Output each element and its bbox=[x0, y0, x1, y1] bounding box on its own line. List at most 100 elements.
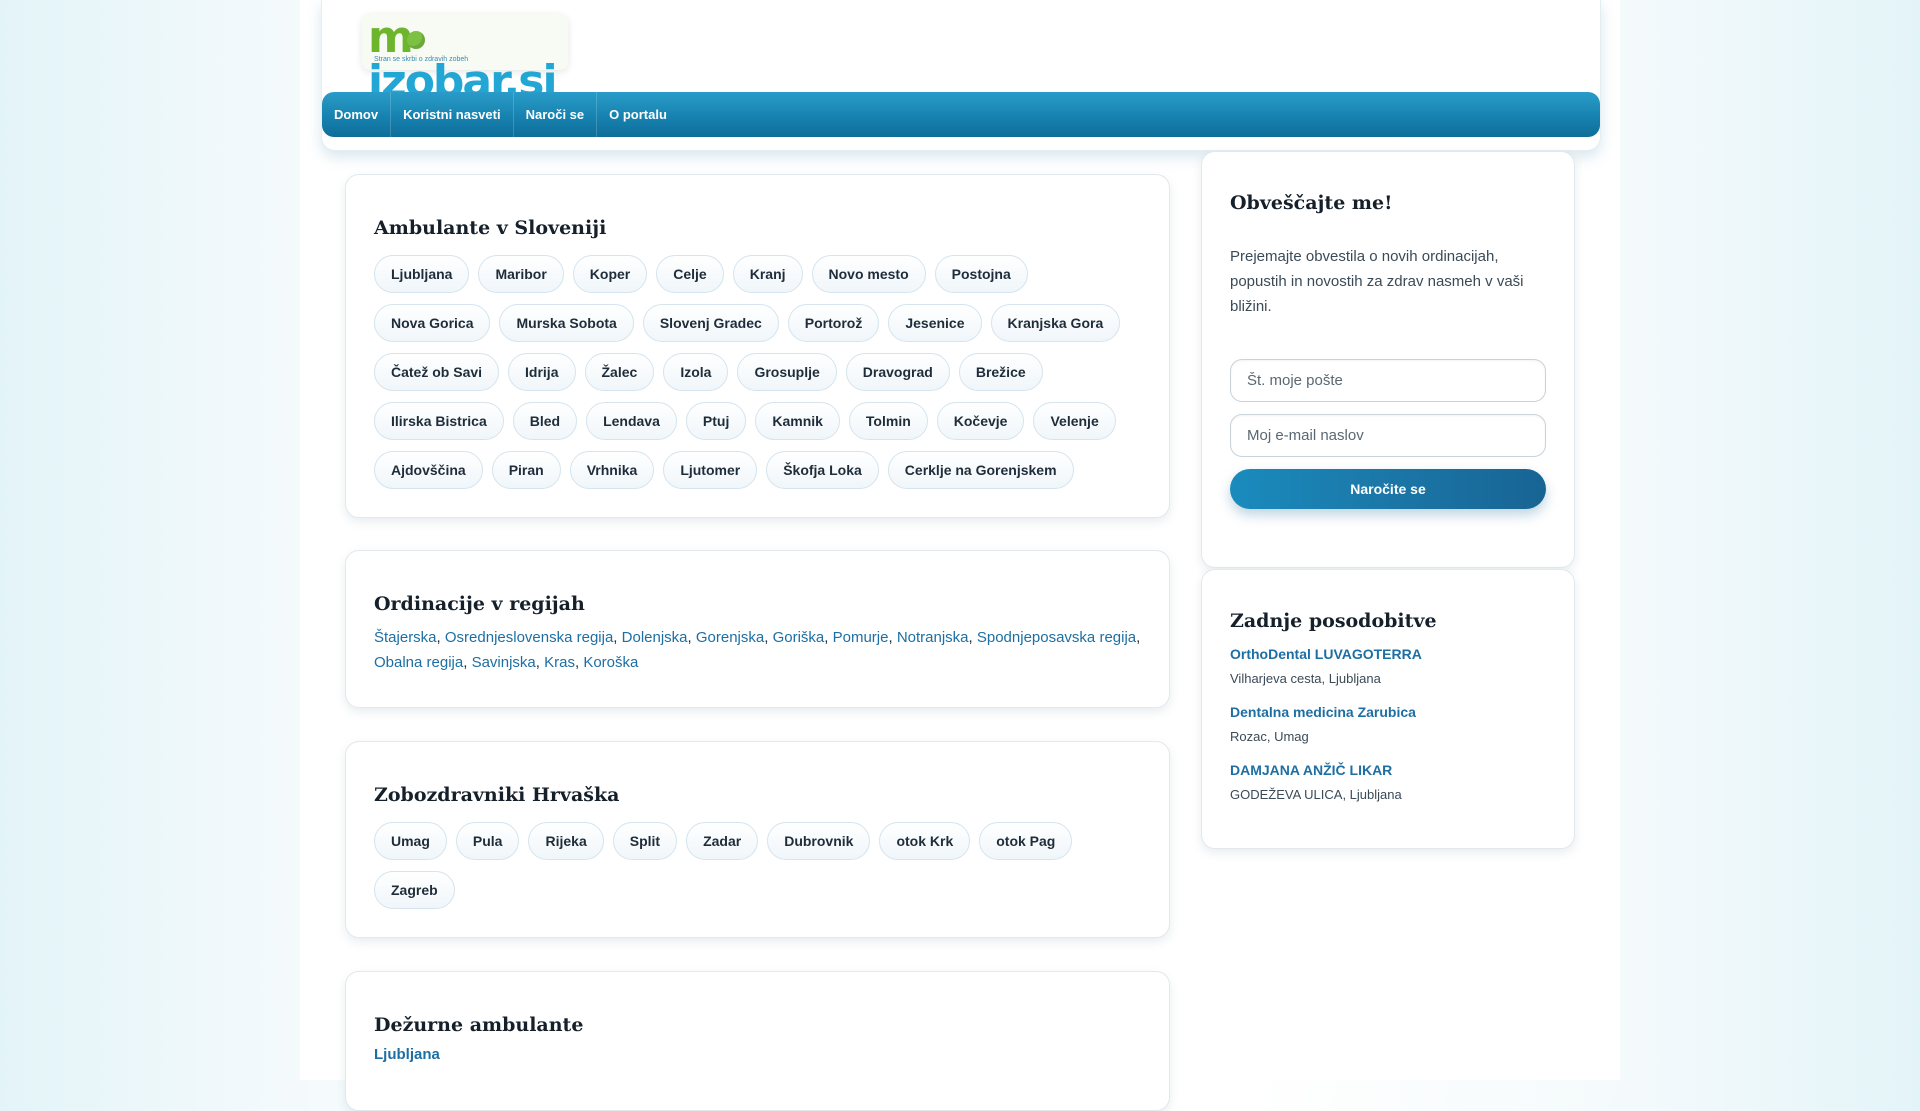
city-pill-umag[interactable]: Umag bbox=[374, 822, 447, 860]
region-link-dolenjska[interactable]: Dolenjska bbox=[622, 629, 688, 646]
nav-item-o-portalu[interactable]: O portalu bbox=[597, 92, 679, 137]
city-pill-zagreb[interactable]: Zagreb bbox=[374, 871, 455, 909]
apple-icon bbox=[407, 31, 425, 49]
city-pill-maribor[interactable]: Maribor bbox=[478, 255, 564, 293]
region-separator: , bbox=[1136, 629, 1141, 646]
dezurne-link-ljubljana[interactable]: Ljubljana bbox=[374, 1046, 1141, 1063]
subscribe-button[interactable]: Naročite se bbox=[1230, 469, 1546, 509]
site-header: mjzobar.si Stran se skrbi o zdravih zobe… bbox=[321, 0, 1601, 151]
city-pill-vrhnika[interactable]: Vrhnika bbox=[569, 451, 655, 489]
card-dezurne: Dežurne ambulante Ljubljana bbox=[345, 971, 1170, 1111]
region-separator: , bbox=[535, 654, 545, 671]
site-logo[interactable]: mjzobar.si Stran se skrbi o zdravih zobe… bbox=[362, 14, 568, 104]
city-pill-ilirska-bistrica[interactable]: Ilirska Bistrica bbox=[374, 402, 504, 440]
city-pill-zadar[interactable]: Zadar bbox=[686, 822, 759, 860]
city-pill-zalec[interactable]: Žalec bbox=[584, 353, 655, 391]
section-title-hrvaska: Zobozdravniki Hrvaška bbox=[374, 784, 620, 806]
card-updates: Zadnje posodobitve OrthoDental LUVAGOTER… bbox=[1201, 569, 1575, 849]
city-pill-murska-sobota[interactable]: Murska Sobota bbox=[499, 304, 634, 342]
update-link[interactable]: DAMJANA ANŽIČ LIKAR bbox=[1230, 762, 1546, 778]
city-pill-ptuj[interactable]: Ptuj bbox=[685, 402, 747, 440]
card-regije: Ordinacije v regijah Štajerska, Osrednje… bbox=[345, 550, 1170, 708]
section-title-updates: Zadnje posodobitve bbox=[1230, 610, 1437, 632]
city-pill-jesenice[interactable]: Jesenice bbox=[888, 304, 982, 342]
city-pill-nova-gorica[interactable]: Nova Gorica bbox=[374, 304, 491, 342]
update-item: OrthoDental LUVAGOTERRA Vilharjeva cesta… bbox=[1230, 646, 1546, 686]
city-pill-slovenj-gradec[interactable]: Slovenj Gradec bbox=[642, 304, 779, 342]
region-separator: , bbox=[436, 629, 445, 646]
city-pill-kranjska-gora[interactable]: Kranjska Gora bbox=[990, 304, 1121, 342]
city-pill-lendava[interactable]: Lendava bbox=[586, 402, 677, 440]
region-link-kras[interactable]: Kras bbox=[544, 654, 575, 671]
region-link-stajerska[interactable]: Štajerska bbox=[374, 629, 437, 646]
city-pill-kranj[interactable]: Kranj bbox=[732, 255, 803, 293]
region-link-gorenjska[interactable]: Gorenjska bbox=[696, 629, 764, 646]
city-pill-dravograd[interactable]: Dravograd bbox=[845, 353, 950, 391]
email-input[interactable] bbox=[1230, 414, 1546, 457]
city-pill-pula[interactable]: Pula bbox=[455, 822, 520, 860]
city-pill-tolmin[interactable]: Tolmin bbox=[848, 402, 928, 440]
update-item: Dentalna medicina Zarubica Rozac, Umag bbox=[1230, 704, 1546, 744]
region-link-notranjska[interactable]: Notranjska bbox=[897, 629, 969, 646]
city-pill-piran[interactable]: Piran bbox=[491, 451, 561, 489]
city-list-croatia: Umag Pula Rijeka Split Zadar Dubrovnik otok Kr… bbox=[374, 822, 1144, 909]
region-link-obalna-regija[interactable]: Obalna regija bbox=[374, 654, 463, 671]
city-pill-catez-ob-savi[interactable]: Čatež ob Savi bbox=[374, 353, 500, 391]
update-item: DAMJANA ANŽIČ LIKAR GODEŽEVA ULICA, Ljub… bbox=[1230, 762, 1546, 802]
city-pill-rijeka[interactable]: Rijeka bbox=[528, 822, 604, 860]
subscribe-description: Prejemajte obvestila o novih ordinacijah… bbox=[1230, 248, 1524, 315]
city-pill-split[interactable]: Split bbox=[612, 822, 678, 860]
update-link[interactable]: Dentalna medicina Zarubica bbox=[1230, 704, 1546, 720]
city-pill-otok-krk[interactable]: otok Krk bbox=[879, 822, 971, 860]
nav-item-domov[interactable]: Domov bbox=[322, 92, 392, 137]
city-pill-kamnik[interactable]: Kamnik bbox=[755, 402, 840, 440]
city-pill-izola[interactable]: Izola bbox=[663, 353, 729, 391]
main-nav: Domov Koristni nasveti Naroči se O porta… bbox=[322, 92, 1600, 137]
city-pill-portoroz[interactable]: Portorož bbox=[787, 304, 880, 342]
city-pill-idrija[interactable]: Idrija bbox=[508, 353, 576, 391]
update-address: GODEŽEVA ULICA, Ljubljana bbox=[1230, 787, 1402, 802]
section-title-regije: Ordinacije v regijah bbox=[374, 593, 585, 615]
city-list-slovenia: Ljubljana Maribor Koper Celje Kranj Novo mest… bbox=[374, 255, 1144, 489]
region-link-koroska[interactable]: Koroška bbox=[583, 654, 638, 671]
region-link-osrednjeslovenska-regija[interactable]: Osrednjeslovenska regija bbox=[445, 629, 613, 646]
region-separator: , bbox=[968, 629, 977, 646]
city-pill-ajdovscina[interactable]: Ajdovščina bbox=[374, 451, 483, 489]
city-pill-otok-pag[interactable]: otok Pag bbox=[979, 822, 1073, 860]
logo-tagline: Stran se skrbi o zdravih zobeh bbox=[374, 56, 469, 63]
nav-item-koristni-nasveti[interactable]: Koristni nasveti bbox=[391, 92, 514, 137]
region-separator: , bbox=[888, 629, 897, 646]
city-pill-celje[interactable]: Celje bbox=[656, 255, 724, 293]
region-separator: , bbox=[613, 629, 622, 646]
city-pill-cerklje-na-gorenjskem[interactable]: Cerklje na Gorenjskem bbox=[887, 451, 1074, 489]
region-link-spodnjeposavska-regija[interactable]: Spodnjeposavska regija bbox=[977, 629, 1136, 646]
section-title-subscribe: Obveščajte me! bbox=[1230, 192, 1393, 214]
city-pill-ljubljana[interactable]: Ljubljana bbox=[374, 255, 470, 293]
city-pill-postojna[interactable]: Postojna bbox=[934, 255, 1028, 293]
city-pill-grosuplje[interactable]: Grosuplje bbox=[737, 353, 837, 391]
region-link-pomurje[interactable]: Pomurje bbox=[833, 629, 889, 646]
region-separator: , bbox=[824, 629, 833, 646]
update-link[interactable]: OrthoDental LUVAGOTERRA bbox=[1230, 646, 1546, 662]
city-pill-bled[interactable]: Bled bbox=[512, 402, 578, 440]
city-pill-koper[interactable]: Koper bbox=[572, 255, 648, 293]
region-list: Štajerska, Osrednjeslovenska regija, Dol… bbox=[374, 625, 1141, 675]
update-address: Rozac, Umag bbox=[1230, 729, 1309, 744]
card-ambulante: Ambulante v Sloveniji Ljubljana Maribor Ko… bbox=[345, 174, 1170, 518]
city-pill-novo-mesto[interactable]: Novo mesto bbox=[811, 255, 926, 293]
postal-code-input[interactable] bbox=[1230, 359, 1546, 402]
city-pill-velenje[interactable]: Velenje bbox=[1033, 402, 1116, 440]
city-pill-ljutomer[interactable]: Ljutomer bbox=[663, 451, 758, 489]
page-container: mjzobar.si Stran se skrbi o zdravih zobe… bbox=[300, 0, 1620, 1111]
section-title-ambulante: Ambulante v Sloveniji bbox=[374, 217, 607, 239]
region-link-goriska[interactable]: Goriška bbox=[773, 629, 825, 646]
region-link-savinjska[interactable]: Savinjska bbox=[472, 654, 536, 671]
nav-item-naroci-se[interactable]: Naroči se bbox=[514, 92, 598, 137]
region-separator: , bbox=[764, 629, 773, 646]
card-hrvaska: Zobozdravniki Hrvaška Umag Pula Rijeka Spli… bbox=[345, 741, 1170, 938]
city-pill-skofja-loka[interactable]: Škofja Loka bbox=[766, 451, 879, 489]
city-pill-dubrovnik[interactable]: Dubrovnik bbox=[767, 822, 871, 860]
update-address: Vilharjeva cesta, Ljubljana bbox=[1230, 671, 1381, 686]
city-pill-kocevje[interactable]: Kočevje bbox=[936, 402, 1025, 440]
city-pill-brezice[interactable]: Brežice bbox=[958, 353, 1043, 391]
